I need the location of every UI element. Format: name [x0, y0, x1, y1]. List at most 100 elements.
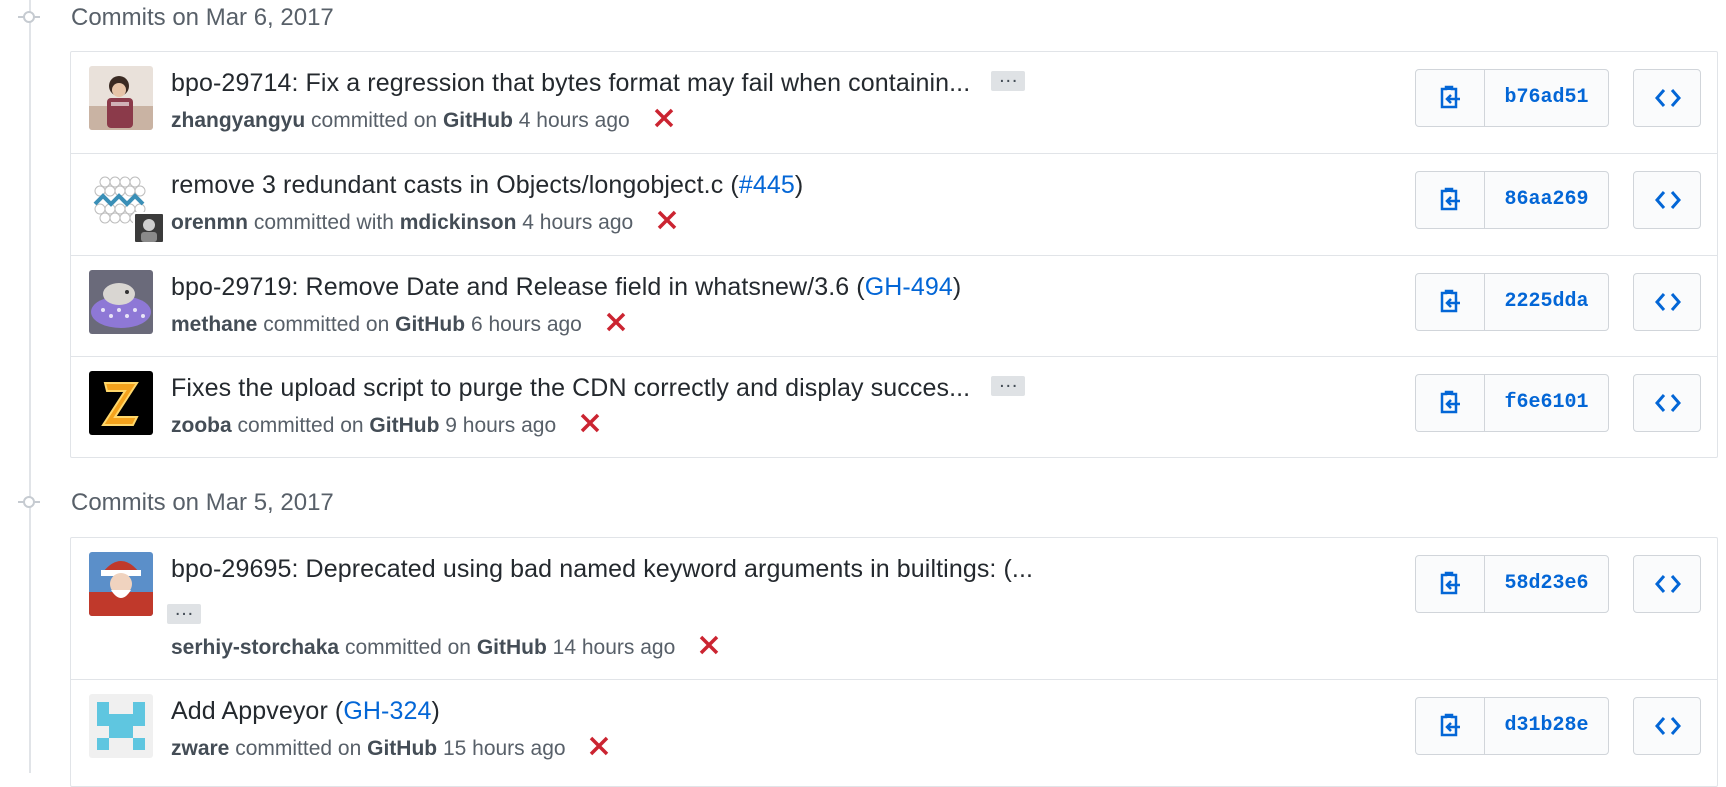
commit-meta: zware committed on GitHub 15 hours ago	[171, 737, 611, 761]
clippy-icon	[1440, 571, 1460, 595]
committer-link[interactable]: GitHub	[367, 737, 437, 760]
relative-time: 14 hours ago	[552, 636, 676, 659]
issue-link[interactable]: #445	[739, 171, 795, 199]
expand-message-button[interactable]	[991, 370, 1026, 397]
browse-repo-button[interactable]	[1633, 273, 1701, 331]
browse-repo-button[interactable]	[1633, 171, 1701, 229]
avatar-image	[89, 270, 153, 334]
relative-time: 4 hours ago	[522, 211, 634, 234]
commit-title-link[interactable]: bpo-29714: Fix a regression that bytes f…	[171, 69, 970, 97]
commit-title-link[interactable]: bpo-29695: Deprecated using bad named ke…	[171, 555, 1033, 583]
x-icon[interactable]	[587, 734, 611, 758]
x-icon[interactable]	[604, 310, 628, 334]
x-icon[interactable]	[697, 633, 721, 657]
commit-row: remove 3 redundant casts in Objects/long…	[71, 153, 1717, 255]
browse-repo-button[interactable]	[1633, 697, 1701, 755]
commit-sha-link[interactable]: d31b28e	[1485, 698, 1608, 754]
relative-time: 15 hours ago	[442, 737, 566, 760]
commit-verb: committed on	[344, 636, 471, 659]
commit-sha-group: f6e6101	[1415, 374, 1609, 432]
code-icon	[1655, 89, 1681, 107]
issue-link[interactable]: GH-324	[343, 697, 431, 725]
avatar[interactable]	[89, 168, 165, 244]
avatar[interactable]	[89, 371, 153, 435]
commit-meta: serhiy-storchaka committed on GitHub 14 …	[171, 636, 721, 660]
expand-message-button[interactable]	[991, 65, 1026, 92]
commit-meta: zooba committed on GitHub 9 hours ago	[171, 414, 602, 438]
commit-list: bpo-29714: Fix a regression that bytes f…	[70, 51, 1718, 458]
commit-message[interactable]: bpo-29695: Deprecated using bad named ke…	[171, 555, 1033, 584]
commit-row: Add Appveyor (GH-324) zware committed on…	[71, 679, 1717, 786]
commit-row: bpo-29714: Fix a regression that bytes f…	[71, 52, 1717, 153]
avatar[interactable]	[89, 66, 153, 130]
git-commit-icon	[18, 496, 40, 508]
browse-repo-button[interactable]	[1633, 555, 1701, 613]
copy-sha-button[interactable]	[1416, 274, 1485, 330]
coauthor-avatar[interactable]	[133, 212, 165, 244]
commit-verb: committed on	[263, 313, 390, 336]
committer-link[interactable]: GitHub	[477, 636, 547, 659]
committer-link[interactable]: mdickinson	[400, 211, 517, 234]
copy-sha-button[interactable]	[1416, 698, 1485, 754]
copy-sha-button[interactable]	[1416, 375, 1485, 431]
x-icon[interactable]	[652, 106, 676, 130]
commit-verb: committed on	[311, 109, 438, 132]
copy-sha-button[interactable]	[1416, 70, 1485, 126]
copy-sha-button[interactable]	[1416, 556, 1485, 612]
author-link[interactable]: zhangyangyu	[171, 109, 305, 132]
copy-sha-button[interactable]	[1416, 172, 1485, 228]
committer-link[interactable]: GitHub	[443, 109, 513, 132]
avatar[interactable]	[89, 270, 153, 334]
author-link[interactable]: serhiy-storchaka	[171, 636, 339, 659]
commit-sha-link[interactable]: 58d23e6	[1485, 556, 1608, 612]
browse-repo-button[interactable]	[1633, 374, 1701, 432]
clippy-icon	[1440, 289, 1460, 313]
author-link[interactable]: orenmn	[171, 211, 248, 234]
code-icon	[1655, 293, 1681, 311]
commit-meta: orenmn committed with mdickinson 4 hours…	[171, 211, 679, 235]
commit-sha-group: d31b28e	[1415, 697, 1609, 755]
commit-sha-group: 86aa269	[1415, 171, 1609, 229]
committer-link[interactable]: GitHub	[395, 313, 465, 336]
avatar-image	[89, 66, 153, 130]
avatar[interactable]	[89, 552, 153, 616]
browse-repo-button[interactable]	[1633, 69, 1701, 127]
clippy-icon	[1440, 85, 1460, 109]
author-link[interactable]: zware	[171, 737, 229, 760]
commit-sha-link[interactable]: 86aa269	[1485, 172, 1608, 228]
issue-link[interactable]: GH-494	[865, 273, 953, 301]
avatar-image	[89, 371, 153, 435]
commit-verb: committed on	[237, 414, 364, 437]
clippy-icon	[1440, 713, 1460, 737]
commit-message[interactable]: Add Appveyor (GH-324)	[171, 697, 440, 726]
commit-verb: committed with	[253, 211, 394, 234]
avatar[interactable]	[89, 694, 153, 758]
commit-meta: zhangyangyu committed on GitHub 4 hours …	[171, 109, 676, 133]
expand-message-button[interactable]	[167, 598, 201, 624]
commit-row: bpo-29695: Deprecated using bad named ke…	[71, 538, 1717, 679]
x-icon[interactable]	[578, 411, 602, 435]
commit-message[interactable]: bpo-29714: Fix a regression that bytes f…	[171, 65, 1026, 98]
committer-link[interactable]: GitHub	[369, 414, 439, 437]
relative-time: 9 hours ago	[445, 414, 557, 437]
commit-sha-link[interactable]: f6e6101	[1485, 375, 1608, 431]
commit-message[interactable]: Fixes the upload script to purge the CDN…	[171, 370, 1026, 403]
commit-title-link[interactable]: Fixes the upload script to purge the CDN…	[171, 374, 970, 402]
commit-verb: committed on	[235, 737, 362, 760]
author-link[interactable]: methane	[171, 313, 257, 336]
relative-time: 4 hours ago	[518, 109, 630, 132]
commit-sha-link[interactable]: b76ad51	[1485, 70, 1608, 126]
commit-sha-link[interactable]: 2225dda	[1485, 274, 1608, 330]
commit-message[interactable]: remove 3 redundant casts in Objects/long…	[171, 171, 803, 200]
author-link[interactable]: zooba	[171, 414, 232, 437]
clippy-icon	[1440, 390, 1460, 414]
commit-group-title: Commits on Mar 5, 2017	[71, 489, 334, 516]
commit-message[interactable]: bpo-29719: Remove Date and Release field…	[171, 273, 961, 302]
commit-title-link[interactable]: Add Appveyor	[171, 697, 335, 725]
code-icon	[1655, 191, 1681, 209]
avatar-image	[89, 694, 153, 758]
x-icon[interactable]	[655, 208, 679, 232]
commit-title-link[interactable]: bpo-29719: Remove Date and Release field…	[171, 273, 856, 301]
commit-sha-group: 58d23e6	[1415, 555, 1609, 613]
commit-title-link[interactable]: remove 3 redundant casts in Objects/long…	[171, 171, 730, 199]
